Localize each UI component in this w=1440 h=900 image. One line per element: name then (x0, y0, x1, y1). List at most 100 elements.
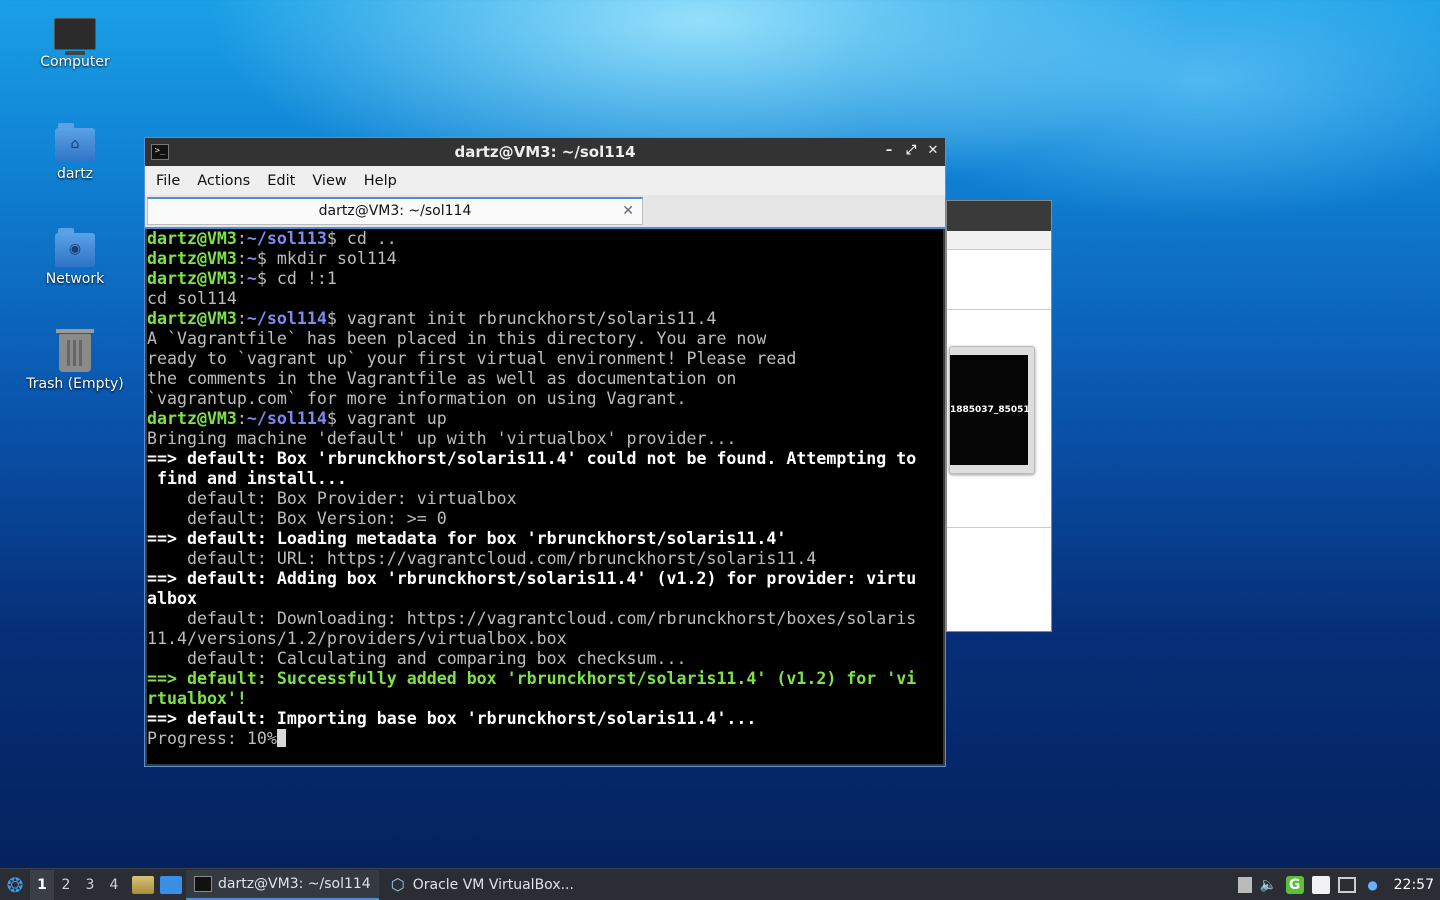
notification-icon[interactable]: ● (1364, 876, 1382, 894)
window-title: dartz@VM3: ~/sol114 (454, 143, 636, 161)
system-tray: 🔈 G ● 22:57 (1234, 869, 1440, 900)
terminal-line: Bringing machine 'default' up with 'virt… (147, 429, 943, 449)
prompt-user: dartz@VM3 (147, 229, 237, 248)
workspace-1[interactable]: 1 (30, 870, 54, 900)
terminal-text: : (236, 229, 247, 248)
terminal-text: default: Box Version: >= 0 (147, 509, 447, 528)
terminal-line: ==> default: Loading metadata for box 'r… (147, 529, 943, 549)
terminal-line: dartz@VM3:~$ cd !:1 (147, 269, 943, 289)
vm-preview-label: 1885037_85051 (950, 405, 1030, 415)
clock[interactable]: 22:57 (1394, 877, 1434, 893)
prompt-user: dartz@VM3 (147, 409, 237, 428)
terminal-line: dartz@VM3:~/sol113$ cd .. (147, 229, 943, 249)
prompt-path: ~ (246, 249, 257, 268)
terminal-line: dartz@VM3:~/sol114$ vagrant init rbrunck… (147, 309, 943, 329)
clipboard-icon[interactable] (1311, 876, 1330, 894)
terminal-line: default: Downloading: https://vagrantclo… (147, 609, 943, 629)
terminal-line: ready to `vagrant up` your first virtual… (147, 349, 943, 369)
terminal-text: ==> default: Box 'rbrunckhorst/solaris11… (147, 449, 917, 468)
task-label: Oracle VM VirtualBox... (412, 877, 574, 893)
terminal-text: find and install... (147, 469, 347, 488)
desktop-icon-label: Network (45, 271, 105, 287)
close-button[interactable]: ✕ (925, 142, 941, 160)
menu-edit[interactable]: Edit (258, 173, 303, 189)
menu-help[interactable]: Help (355, 173, 405, 189)
desktop-icon-label: Trash (Empty) (26, 376, 124, 392)
trash-icon (56, 329, 94, 372)
desktop-icon-network[interactable]: ◉ Network (15, 228, 135, 287)
terminal-text: rtualbox'! (147, 689, 247, 708)
workspace-3[interactable]: 3 (78, 877, 102, 893)
update-manager-icon[interactable]: G (1285, 876, 1304, 894)
desktop-icon-trash[interactable]: Trash (Empty) (15, 329, 135, 392)
terminal-icon: >_ (151, 144, 169, 160)
prompt-path: ~/sol114 (246, 409, 327, 428)
menu-file[interactable]: File (147, 173, 188, 189)
terminal-text: default: URL: https://vagrantcloud.com/r… (147, 549, 817, 568)
terminal-text: albox (147, 589, 197, 608)
terminal-line: default: URL: https://vagrantcloud.com/r… (147, 549, 943, 569)
terminal-text: ==> default: Adding box 'rbrunckhorst/so… (147, 569, 917, 588)
virtualbox-toolbar (947, 231, 1051, 250)
desktop-icon-computer[interactable]: Computer (15, 18, 135, 70)
desktop-icon-label: Computer (40, 54, 110, 70)
prompt-path: ~ (246, 269, 257, 288)
terminal-icon (194, 876, 212, 892)
terminal-text: : (236, 309, 247, 328)
show-desktop-icon[interactable] (160, 876, 182, 894)
terminal-text: : (236, 409, 247, 428)
desktop-icon-label: dartz (56, 166, 94, 182)
terminal-text: `vagrantup.com` for more information on … (147, 389, 687, 408)
terminal-line: Progress: 10% (147, 729, 943, 749)
prompt-user: dartz@VM3 (147, 269, 237, 288)
vm-preview: 1885037_85051 (949, 346, 1035, 474)
home-folder-icon: ⌂ (55, 123, 95, 162)
computer-icon (54, 18, 96, 55)
menu-bar: File Actions Edit View Help (145, 166, 945, 195)
terminal-line: 11.4/versions/1.2/providers/virtualbox.b… (147, 629, 943, 649)
terminal-line: ==> default: Adding box 'rbrunckhorst/so… (147, 569, 943, 589)
start-menu-button[interactable]: ❂ (0, 870, 30, 900)
terminal-text: $ vagrant init rbrunckhorst/solaris11.4 (326, 309, 717, 328)
eject-icon[interactable] (1237, 877, 1252, 893)
terminal-text: default: Calculating and comparing box c… (147, 649, 687, 668)
volume-icon[interactable]: 🔈 (1260, 876, 1278, 894)
virtualbox-titlebar[interactable] (947, 201, 1051, 231)
tab-bar: dartz@VM3: ~/sol114 ✕ (145, 195, 945, 229)
taskbar: ❂ 1 2 3 4 dartz@VM3: ~/sol114 ⬡ Oracle V… (0, 868, 1440, 900)
terminal-text: $ mkdir sol114 (256, 249, 397, 268)
prompt-path: ~/sol114 (246, 309, 327, 328)
virtualbox-window[interactable]: 1885037_85051 (946, 200, 1052, 632)
task-virtualbox[interactable]: ⬡ Oracle VM VirtualBox... (383, 870, 582, 900)
file-manager-launcher-icon[interactable] (132, 876, 154, 894)
terminal-text: $ cd .. (326, 229, 397, 248)
terminal-line: default: Box Provider: virtualbox (147, 489, 943, 509)
terminal-line: A `Vagrantfile` has been placed in this … (147, 329, 943, 349)
terminal-window[interactable]: >_ dartz@VM3: ~/sol114 – ⤢ ✕ File Action… (144, 137, 946, 767)
terminal-text: ready to `vagrant up` your first virtual… (147, 349, 797, 368)
maximize-button[interactable]: ⤢ (903, 142, 919, 160)
terminal-line: rtualbox'! (147, 689, 943, 709)
terminal-text: the comments in the Vagrantfile as well … (147, 369, 737, 388)
minimize-button[interactable]: – (881, 142, 897, 160)
terminal-line: cd sol114 (147, 289, 943, 309)
workspace-4[interactable]: 4 (102, 877, 126, 893)
desktop-icon-home[interactable]: ⌂ dartz (15, 123, 135, 182)
virtualbox-icon: ⬡ (390, 875, 405, 894)
menu-view[interactable]: View (303, 173, 354, 189)
terminal-text: Bringing machine 'default' up with 'virt… (147, 429, 737, 448)
terminal-text: ==> default: Successfully added box 'rbr… (147, 669, 917, 688)
terminal-text: ==> default: Loading metadata for box 'r… (147, 529, 787, 548)
prompt-user: dartz@VM3 (147, 309, 237, 328)
menu-actions[interactable]: Actions (188, 173, 258, 189)
network-icon[interactable] (1337, 877, 1356, 893)
terminal-line: ==> default: Box 'rbrunckhorst/solaris11… (147, 449, 943, 469)
terminal-text: default: Box Provider: virtualbox (147, 489, 517, 508)
terminal-titlebar[interactable]: >_ dartz@VM3: ~/sol114 – ⤢ ✕ (145, 138, 945, 166)
terminal-tab[interactable]: dartz@VM3: ~/sol114 ✕ (147, 197, 643, 225)
workspace-2[interactable]: 2 (54, 877, 78, 893)
terminal-output[interactable]: dartz@VM3:~/sol113$ cd .. dartz@VM3:~$ mk… (147, 229, 943, 764)
task-terminal[interactable]: dartz@VM3: ~/sol114 (186, 870, 379, 900)
terminal-line: albox (147, 589, 943, 609)
tab-close-icon[interactable]: ✕ (622, 199, 634, 223)
